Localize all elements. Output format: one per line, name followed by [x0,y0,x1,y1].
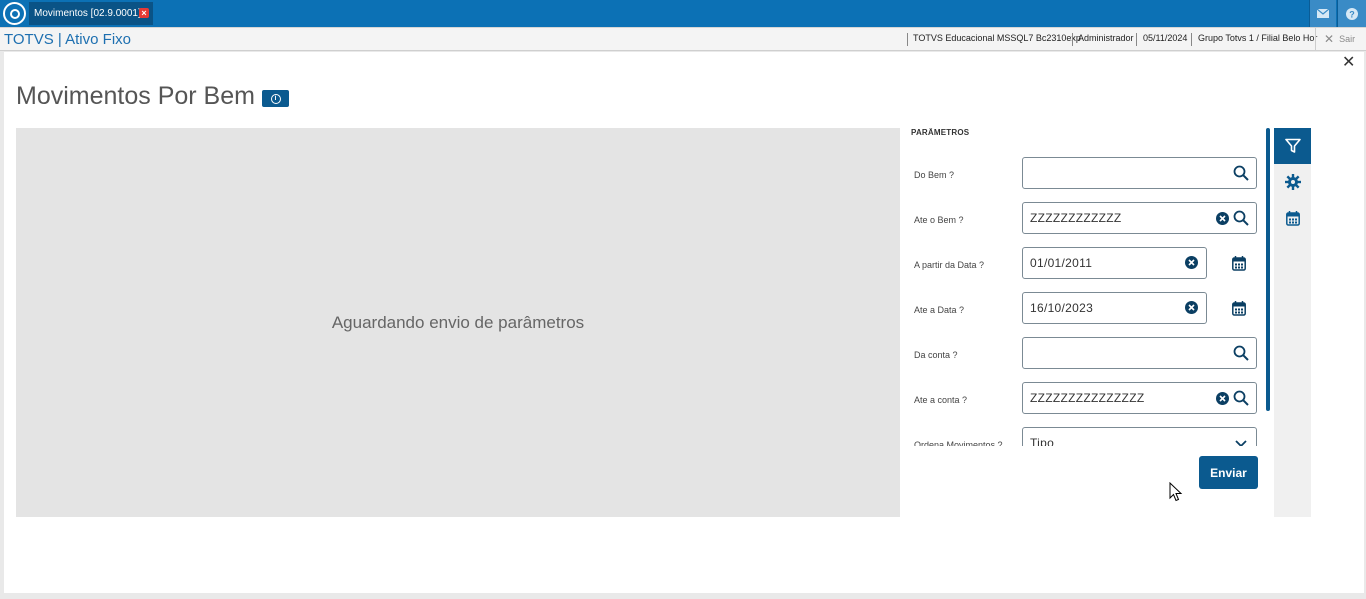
clear-icon[interactable] [1185,301,1198,314]
send-button[interactable]: Enviar [1199,456,1258,489]
calendar-icon[interactable] [1232,301,1246,316]
gear-icon [1284,174,1301,190]
svg-text:?: ? [1349,9,1355,19]
top-bar: Movimentos [02.9.0001] × ? [0,0,1366,27]
ate-o-bem-input[interactable]: ZZZZZZZZZZZZ [1022,202,1257,234]
environment-info: TOTVS Educacional MSSQL7 Bc2310exp [913,33,1081,43]
a-partir-da-data-input[interactable]: 01/01/2011 [1022,247,1207,279]
tab-movimentos[interactable]: Movimentos [02.9.0001] × [29,2,153,25]
search-icon[interactable] [1233,210,1249,226]
branch-info: Grupo Totvs 1 / Filial Belo Hor [1198,33,1318,43]
side-toolbar [1274,128,1311,517]
app-title: TOTVS | Ativo Fixo [4,31,131,48]
field-value: 01/01/2011 [1030,256,1093,270]
info-icon: i [270,93,281,104]
parameters-title: PARÂMETROS [911,128,970,137]
close-icon: ✕ [1324,32,1335,46]
mail-icon[interactable] [1309,0,1336,27]
search-icon[interactable] [1233,390,1249,406]
clear-icon[interactable] [1185,256,1198,269]
mouse-cursor-icon [1169,482,1183,502]
calendar-icon[interactable] [1232,256,1246,271]
waiting-message: Aguardando envio de parâmetros [331,312,585,332]
calendar-icon [1285,210,1300,226]
da-conta-input[interactable] [1022,337,1257,369]
exit-label: Sair [1339,34,1356,44]
divider [907,33,908,46]
settings-button[interactable] [1274,164,1311,200]
field-label-ate-a-data: Ate a Data ? [914,305,965,315]
info-button[interactable]: i [262,90,289,107]
filter-button[interactable] [1274,128,1311,164]
field-label-ate-o-bem: Ate o Bem ? [914,215,964,225]
field-value: ZZZZZZZZZZZZ [1030,211,1122,225]
do-bem-input[interactable] [1022,157,1257,189]
field-label-a-partir-da-data: A partir da Data ? [914,260,985,270]
field-label-do-bem: Do Bem ? [914,170,955,180]
help-icon[interactable]: ? [1337,0,1366,27]
field-value: ZZZZZZZZZZZZZZZ [1030,391,1145,405]
field-value: 16/10/2023 [1030,301,1094,315]
main-panel: ✕ Movimentos Por Bem i Aguardando envio … [4,52,1364,593]
field-label-da-conta: Da conta ? [914,350,958,360]
filter-icon [1284,138,1301,153]
search-icon[interactable] [1233,165,1249,181]
params-scrollbar[interactable] [1266,128,1270,411]
user-info: Administrador [1078,33,1134,43]
divider [1072,33,1073,46]
schedule-button[interactable] [1274,200,1311,236]
field-label-ate-a-conta: Ate a conta ? [914,395,968,405]
divider [1136,33,1137,46]
ate-a-data-input[interactable]: 16/10/2023 [1022,292,1207,324]
tab-close-icon[interactable]: × [139,8,149,18]
clear-icon[interactable] [1216,212,1229,225]
page-title: Movimentos Por Bem [16,82,255,110]
search-icon[interactable] [1233,345,1249,361]
app-bar: TOTVS | Ativo Fixo TOTVS Educacional MSS… [0,27,1366,51]
clear-icon[interactable] [1216,392,1229,405]
ate-a-conta-input[interactable]: ZZZZZZZZZZZZZZZ [1022,382,1257,414]
date-info: 05/11/2024 [1143,33,1188,43]
divider [1191,33,1192,46]
close-panel-icon[interactable]: ✕ [1342,52,1355,72]
totvs-logo-icon[interactable] [3,2,26,25]
report-preview-area: Aguardando envio de parâmetros [16,128,900,517]
tab-label: Movimentos [02.9.0001] [34,8,141,19]
exit-button[interactable]: ✕ Sair [1315,28,1366,50]
